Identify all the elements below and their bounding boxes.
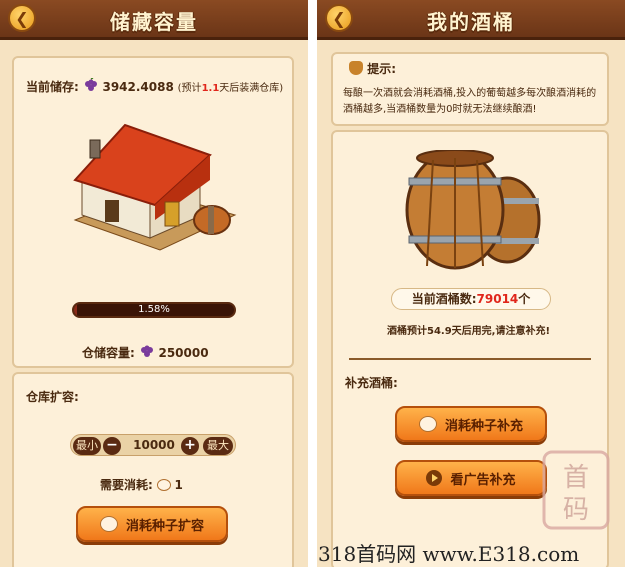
quantity-stepper: 最小 − 10000 + 最大 <box>70 434 236 456</box>
cost-row: 需要消耗: 1 <box>100 476 183 493</box>
warehouse-illustration <box>73 123 237 251</box>
cost-value: 1 <box>174 478 183 492</box>
storage-capacity-screen: ❮ 储藏容量 当前储存: 3942.4088 (预计1.1天后装满仓库) 1.5… <box>0 0 308 567</box>
svg-text:码: 码 <box>563 495 589 525</box>
refill-with-ad-button[interactable]: 看广告补充 <box>395 460 547 496</box>
expand-panel: 仓库扩容: 最小 − 10000 + 最大 需要消耗: 1 消耗种子扩容 <box>12 372 294 567</box>
tip-header: 提示: <box>349 60 396 77</box>
watermark-seal: 首 码 <box>542 450 610 530</box>
grape-icon <box>84 78 97 91</box>
tip-line-1: 每酿一次酒就会消耗酒桶,投入的葡萄越多每次酿酒消耗的 <box>343 88 597 99</box>
plus-button[interactable]: + <box>181 437 199 455</box>
barrel-note: 酒桶预计54.9天后用完,请注意补充! <box>387 326 551 337</box>
capacity-value: 250000 <box>158 346 209 360</box>
minus-button[interactable]: − <box>103 437 121 455</box>
tip-panel: 提示: 每酿一次酒就会消耗酒桶,投入的葡萄越多每次酿酒消耗的 酒桶越多,当酒桶数… <box>331 52 609 126</box>
svg-text:首: 首 <box>563 463 589 493</box>
page-title: 我的酒桶 <box>427 10 515 34</box>
max-button[interactable]: 最大 <box>203 437 233 455</box>
expand-button-label: 消耗种子扩容 <box>125 518 204 534</box>
stepper-value[interactable]: 10000 <box>127 438 181 452</box>
barrel-value: 79014 <box>476 292 519 306</box>
storage-note: (预计1.1天后装满仓库) <box>177 83 284 94</box>
min-button[interactable]: 最小 <box>73 437 101 455</box>
title-bar: ❮ 我的酒桶 <box>317 0 625 40</box>
expand-label: 仓库扩容: <box>26 390 79 404</box>
storage-progress-bar: 1.58% <box>72 302 236 318</box>
cost-label: 需要消耗: <box>100 478 153 492</box>
capacity-row: 仓储容量: 250000 <box>82 344 209 361</box>
storage-row: 当前储存: 3942.4088 (预计1.1天后装满仓库) <box>26 78 283 95</box>
refill-label: 补充酒桶: <box>345 376 398 390</box>
seed-icon <box>418 416 437 432</box>
seed-icon <box>156 479 171 491</box>
screen-divider <box>308 0 317 567</box>
storage-panel: 当前储存: 3942.4088 (预计1.1天后装满仓库) 1.58% 仓储容量… <box>12 56 294 368</box>
seed-icon <box>99 516 118 532</box>
page-title: 储藏容量 <box>110 10 198 34</box>
expand-with-seeds-button[interactable]: 消耗种子扩容 <box>76 506 228 542</box>
play-icon <box>426 470 443 486</box>
ad-button-label: 看广告补充 <box>450 472 516 488</box>
title-bar: ❮ 储藏容量 <box>0 0 308 40</box>
watermark-text: 318首码网 www.E318.com <box>318 542 580 566</box>
barrel-count-pill: 当前酒桶数:79014个 <box>391 288 551 310</box>
progress-text: 1.58% <box>138 304 170 315</box>
barrel-label: 当前酒桶数: <box>411 292 477 306</box>
storage-value: 3942.4088 <box>102 80 174 94</box>
tip-line-2: 酒桶越多,当酒桶数量为0时就无法继续酿酒! <box>343 104 537 115</box>
grape-icon <box>140 345 153 357</box>
barrel-unit: 个 <box>518 292 531 306</box>
refill-with-seeds-button[interactable]: 消耗种子补充 <box>395 406 547 442</box>
divider-line <box>349 358 591 360</box>
bell-icon <box>349 61 363 75</box>
tip-title: 提示: <box>367 62 396 76</box>
storage-label: 当前储存: <box>26 80 79 94</box>
seed-button-label: 消耗种子补充 <box>444 418 523 434</box>
barrel-illustration <box>405 150 541 270</box>
capacity-label: 仓储容量: <box>82 346 135 360</box>
